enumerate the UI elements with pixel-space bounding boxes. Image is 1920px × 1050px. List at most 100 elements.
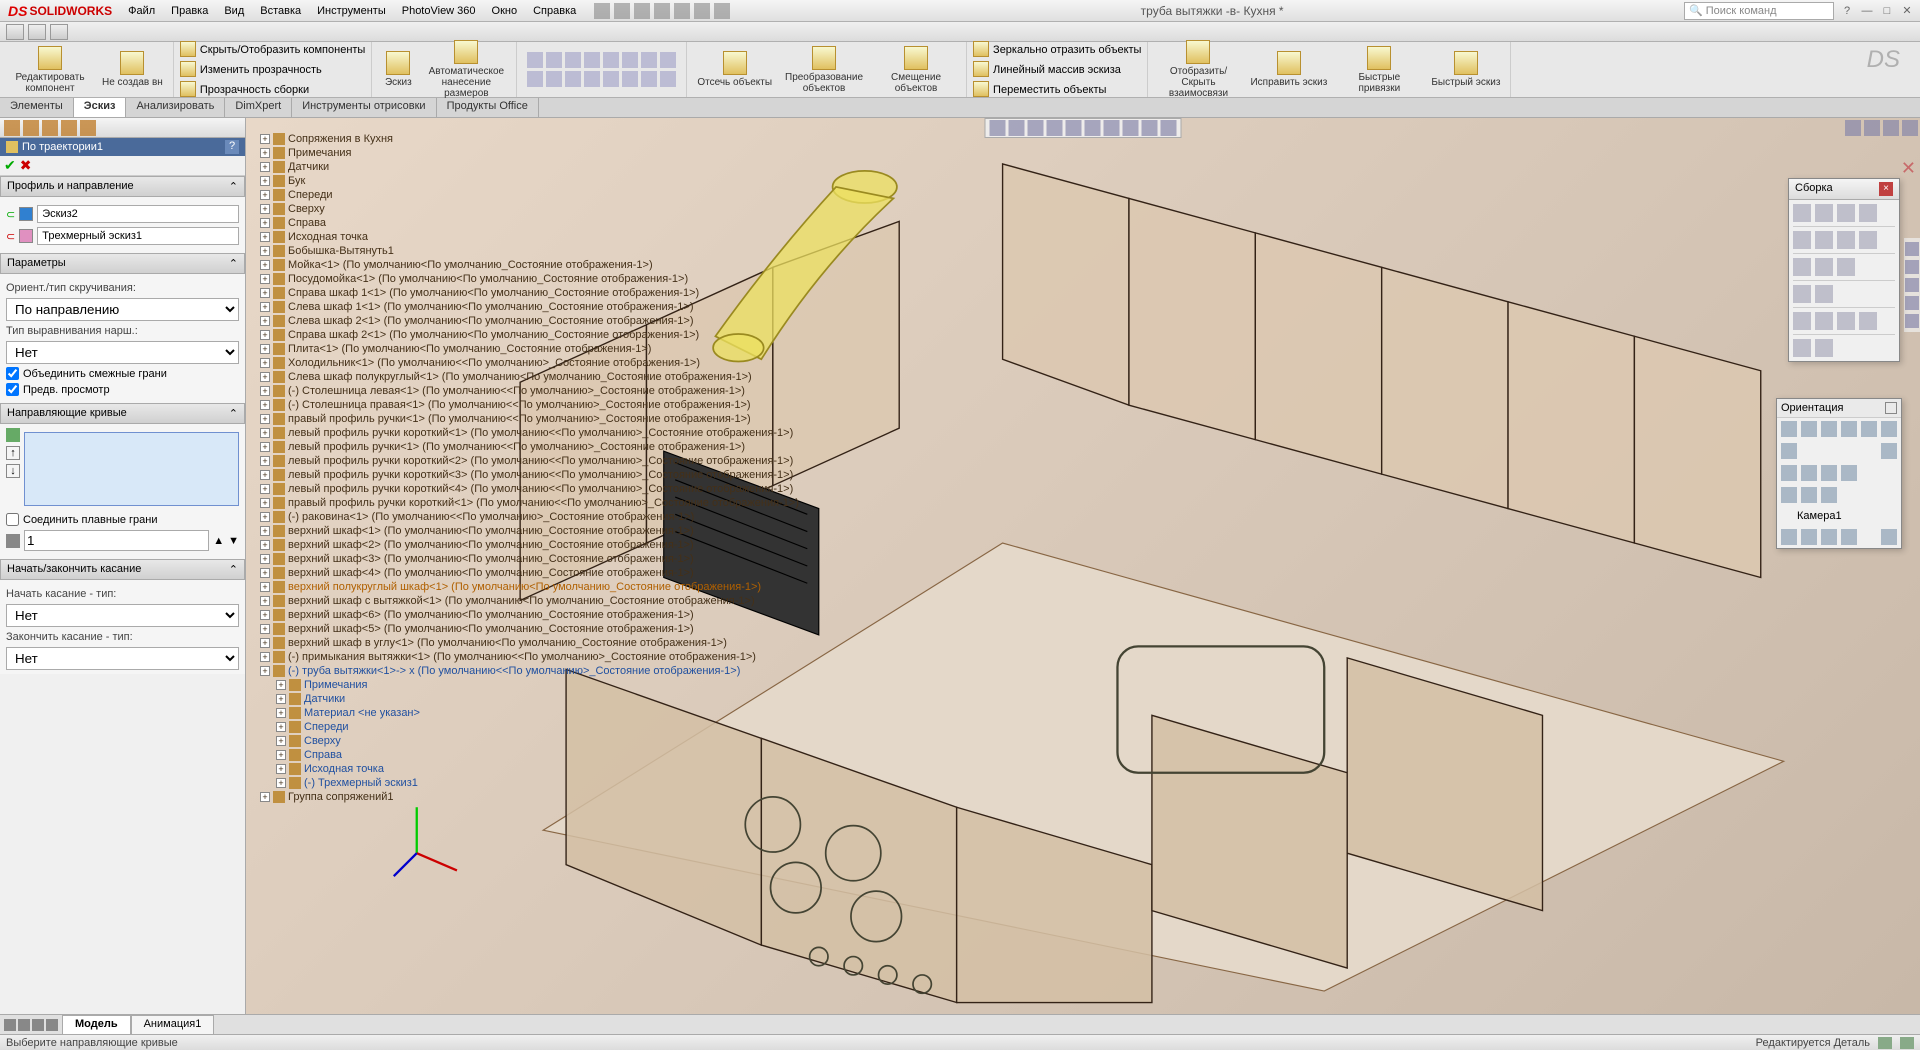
show-hide-components[interactable]: Скрыть/Отобразить компоненты xyxy=(180,41,366,59)
tab-animation[interactable]: Анимация1 xyxy=(131,1015,215,1034)
tab-sketch[interactable]: Эскиз xyxy=(74,98,127,117)
section-guide-curves[interactable]: Направляющие кривые⌃ xyxy=(0,403,245,424)
minimize-icon[interactable]: — xyxy=(1858,4,1876,18)
point-tool-icon[interactable] xyxy=(660,52,676,68)
assembly-tool-icon[interactable] xyxy=(1859,312,1877,330)
options-icon[interactable] xyxy=(714,3,730,19)
zoom-fit-icon[interactable] xyxy=(990,120,1006,136)
line-tool-icon[interactable] xyxy=(527,52,543,68)
fillet-tool-icon[interactable] xyxy=(641,52,657,68)
viewport-icon[interactable] xyxy=(1883,120,1899,136)
assembly-tool-icon[interactable] xyxy=(1793,312,1811,330)
orient-icon[interactable] xyxy=(1841,421,1857,437)
orient-icon[interactable] xyxy=(1881,421,1897,437)
tool-icon[interactable] xyxy=(565,71,581,87)
tab-last-icon[interactable] xyxy=(46,1019,58,1031)
tab-analyze[interactable]: Анализировать xyxy=(126,98,225,117)
close-icon[interactable]: × xyxy=(1879,182,1893,196)
assembly-tool-icon[interactable] xyxy=(1793,231,1811,249)
tab-next-icon[interactable] xyxy=(32,1019,44,1031)
tab-dimxpert[interactable]: DimXpert xyxy=(225,98,292,117)
assembly-tool-icon[interactable] xyxy=(1793,285,1811,303)
featuremanager-tab-icon[interactable] xyxy=(4,120,20,136)
link-views-icon[interactable] xyxy=(1881,529,1897,545)
side-icon[interactable] xyxy=(1905,242,1919,256)
section-tangency[interactable]: Начать/закончить касание⌃ xyxy=(0,559,245,580)
tool-icon[interactable] xyxy=(527,71,543,87)
view-orient-icon[interactable] xyxy=(1066,120,1082,136)
tab-features[interactable]: Элементы xyxy=(0,98,74,117)
trim-button[interactable]: Отсечь объекты xyxy=(693,49,776,90)
rapid-sketch-button[interactable]: Быстрый эскиз xyxy=(1427,49,1504,90)
exit-sketch-icon[interactable]: ✕ xyxy=(1901,158,1916,179)
viewport[interactable]: ✕ xyxy=(246,118,1920,1014)
arc-tool-icon[interactable] xyxy=(584,52,600,68)
menu-tools[interactable]: Инструменты xyxy=(309,2,394,20)
move-down-icon[interactable]: ↓ xyxy=(6,464,20,478)
search-input[interactable]: 🔍 Поиск команд xyxy=(1684,2,1834,20)
tool-icon[interactable] xyxy=(603,71,619,87)
assembly-tool-icon[interactable] xyxy=(1815,204,1833,222)
assembly-panel[interactable]: Сборка× xyxy=(1788,178,1900,362)
move-entities-button[interactable]: Переместить объекты xyxy=(973,81,1106,99)
direction-input[interactable]: Трехмерный эскиз1 xyxy=(37,227,239,245)
circle-tool-icon[interactable] xyxy=(565,52,581,68)
orient-select[interactable]: По направлению xyxy=(6,298,239,321)
orient-icon[interactable] xyxy=(1781,421,1797,437)
undo-icon[interactable] xyxy=(674,3,690,19)
two-view-v-icon[interactable] xyxy=(1821,529,1837,545)
camera-item[interactable]: Камера1 xyxy=(1781,508,1897,524)
assembly-tool-icon[interactable] xyxy=(1793,204,1811,222)
prev-view-icon[interactable] xyxy=(1028,120,1044,136)
sketch-button[interactable]: Эскиз xyxy=(378,49,418,90)
offset-button[interactable]: Смещение объектов xyxy=(872,44,960,96)
maximize-icon[interactable]: □ xyxy=(1878,4,1896,18)
assembly-tool-icon[interactable] xyxy=(1793,339,1811,357)
single-view-icon[interactable] xyxy=(1781,529,1797,545)
menu-file[interactable]: Файл xyxy=(120,2,163,20)
convert-button[interactable]: Преобразование объектов xyxy=(780,44,868,96)
assembly-tool-icon[interactable] xyxy=(1837,204,1855,222)
tab-model[interactable]: Модель xyxy=(62,1015,131,1034)
top-view-icon[interactable] xyxy=(1781,487,1797,503)
no-create-button[interactable]: Не создав вн xyxy=(98,49,167,90)
orientation-panel[interactable]: Ориентация Камера1 xyxy=(1776,398,1902,549)
assembly-tool-icon[interactable] xyxy=(1815,285,1833,303)
assembly-tool-icon[interactable] xyxy=(1815,339,1833,357)
menu-view[interactable]: Вид xyxy=(216,2,252,20)
new-icon[interactable] xyxy=(594,3,610,19)
rect-tool-icon[interactable] xyxy=(546,52,562,68)
assembly-tool-icon[interactable] xyxy=(1815,231,1833,249)
display-style-icon[interactable] xyxy=(1085,120,1101,136)
assembly-tool-icon[interactable] xyxy=(1837,231,1855,249)
status-icon[interactable] xyxy=(1900,1037,1914,1049)
menu-edit[interactable]: Правка xyxy=(163,2,216,20)
propertymanager-tab-icon[interactable] xyxy=(23,120,39,136)
apply-scene-icon[interactable] xyxy=(1142,120,1158,136)
front-view-icon[interactable] xyxy=(1781,465,1797,481)
tool-icon[interactable] xyxy=(622,71,638,87)
assembly-tool-icon[interactable] xyxy=(1815,312,1833,330)
align-select[interactable]: Нет xyxy=(6,341,239,364)
guide-curves-list[interactable] xyxy=(24,432,239,506)
cancel-button[interactable]: ✖ xyxy=(20,157,32,174)
section-parameters[interactable]: Параметры⌃ xyxy=(0,253,245,274)
side-icon[interactable] xyxy=(1905,296,1919,310)
menu-help[interactable]: Справка xyxy=(525,2,584,20)
assembly-tool-icon[interactable] xyxy=(1859,231,1877,249)
section-view-icon[interactable] xyxy=(1047,120,1063,136)
back-view-icon[interactable] xyxy=(1801,465,1817,481)
orient-icon[interactable] xyxy=(1801,421,1817,437)
viewport-icon[interactable] xyxy=(1864,120,1880,136)
side-icon[interactable] xyxy=(1905,278,1919,292)
linear-pattern-button[interactable]: Линейный массив эскиза xyxy=(973,61,1121,79)
tab-render-tools[interactable]: Инструменты отрисовки xyxy=(292,98,436,117)
orient-icon[interactable] xyxy=(1861,421,1877,437)
open-icon[interactable] xyxy=(614,3,630,19)
tab-prev-icon[interactable] xyxy=(18,1019,30,1031)
menu-insert[interactable]: Вставка xyxy=(252,2,309,20)
spin-down[interactable]: ▼ xyxy=(228,535,239,547)
normal-to-icon[interactable] xyxy=(1821,487,1837,503)
feature-tree[interactable]: +Сопряжения в Кухня+Примечания+Датчики+Б… xyxy=(260,132,799,804)
qa-icon[interactable] xyxy=(50,24,68,40)
